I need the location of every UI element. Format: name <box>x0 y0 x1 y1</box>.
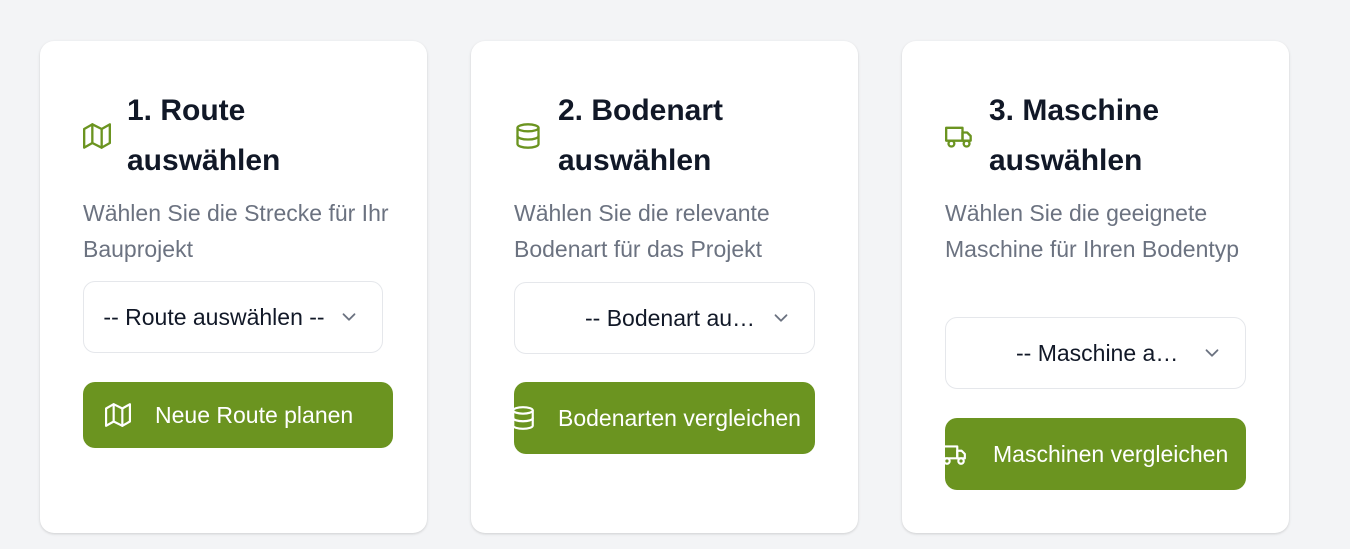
route-select[interactable]: -- Route auswählen -- <box>83 281 383 353</box>
database-icon <box>514 405 536 431</box>
machine-select-value: -- Maschine auswählen -- <box>1016 339 1189 366</box>
route-card: 1. Route auswählen Wählen Sie die Streck… <box>40 41 427 533</box>
route-card-header: 1. Route auswählen <box>83 86 393 186</box>
chevron-down-icon <box>770 307 792 329</box>
route-card-title: 1. Route auswählen <box>127 94 281 177</box>
chevron-down-icon <box>1201 342 1223 364</box>
soil-card-header: 2. Bodenart auswählen <box>514 86 824 186</box>
plan-route-button-label: Neue Route planen <box>155 401 354 428</box>
map-icon <box>105 402 131 428</box>
machine-card-description: Wählen Sie die geeignete Maschine für Ih… <box>945 200 1240 262</box>
route-card-description: Wählen Sie die Strecke für Ihr Bauprojek… <box>83 200 389 262</box>
soil-card: 2. Bodenart auswählen Wählen Sie die rel… <box>471 41 858 533</box>
truck-icon <box>945 441 967 467</box>
soil-select-value: -- Bodenart auswählen -- <box>585 304 758 331</box>
machine-card: 3. Maschine auswählen Wählen Sie die gee… <box>902 41 1289 533</box>
machine-card-header: 3. Maschine auswählen <box>945 86 1255 186</box>
compare-machines-button[interactable]: Maschinen vergleichen <box>945 418 1246 490</box>
truck-icon <box>945 122 973 150</box>
map-icon <box>83 122 111 150</box>
route-select-value: -- Route auswählen -- <box>103 303 325 330</box>
compare-soil-button-label: Bodenarten vergleichen <box>558 404 801 431</box>
database-icon <box>514 122 542 150</box>
machine-select[interactable]: -- Maschine auswählen -- <box>945 317 1246 389</box>
compare-soil-button[interactable]: Bodenarten vergleichen <box>514 382 815 454</box>
chevron-down-icon <box>338 306 360 328</box>
plan-route-button[interactable]: Neue Route planen <box>83 382 393 448</box>
machine-card-title: 3. Maschine auswählen <box>989 94 1160 177</box>
soil-card-description: Wählen Sie die relevante Bodenart für da… <box>514 200 770 262</box>
soil-card-title: 2. Bodenart auswählen <box>558 94 724 177</box>
soil-select[interactable]: -- Bodenart auswählen -- <box>514 282 815 354</box>
compare-machines-button-label: Maschinen vergleichen <box>993 440 1229 467</box>
